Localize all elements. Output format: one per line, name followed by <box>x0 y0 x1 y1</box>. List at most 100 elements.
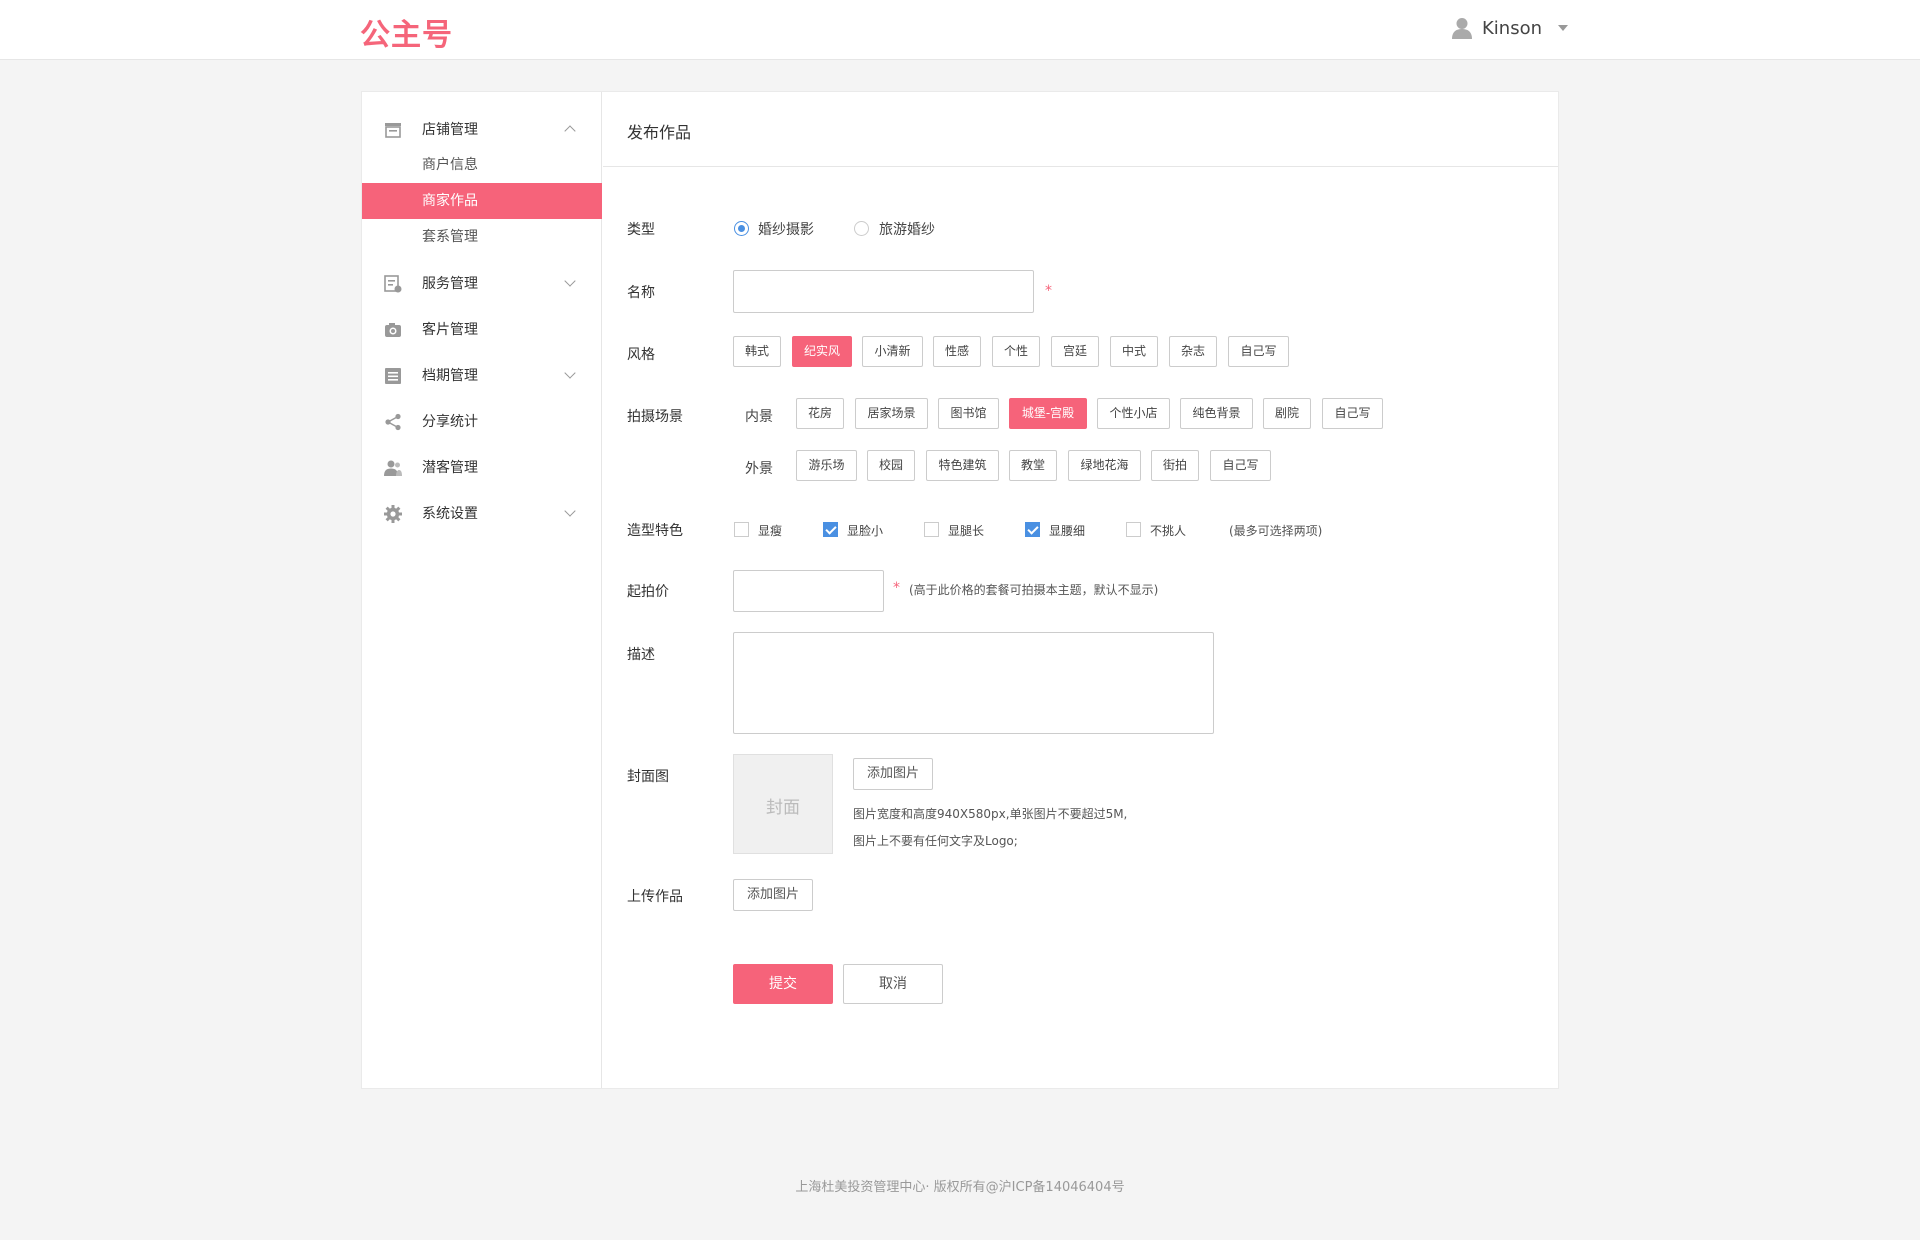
description-textarea[interactable] <box>733 632 1214 734</box>
name-input[interactable] <box>733 270 1034 313</box>
cover-placeholder-text: 封面 <box>766 798 800 818</box>
scene-indoor-tag[interactable]: 居家场景 <box>855 398 928 429</box>
brand-logo[interactable]: 公主号 <box>360 10 453 54</box>
title-divider <box>603 166 1558 167</box>
schedule-icon <box>385 368 401 384</box>
share-icon <box>385 413 401 431</box>
sidebar-group-store[interactable]: 店铺管理 <box>362 109 602 149</box>
camera-icon <box>385 323 401 337</box>
feature-checkbox[interactable] <box>1025 522 1040 537</box>
feature-checkbox[interactable] <box>734 522 749 537</box>
style-tag[interactable]: 个性 <box>992 336 1040 367</box>
sidebar-group-label: 潜客管理 <box>422 460 478 476</box>
footer-copyright: 上海杜美投资管理中心· 版权所有@沪ICP备14046404号 <box>795 1180 1125 1195</box>
cover-label: 封面图 <box>627 769 669 785</box>
submit-button[interactable]: 提交 <box>733 964 833 1004</box>
feature-checkbox[interactable] <box>924 522 939 537</box>
sidebar-group-label: 系统设置 <box>422 506 478 522</box>
scene-outdoor-tag[interactable]: 特色建筑 <box>926 450 999 481</box>
scene-outdoor-tag[interactable]: 绿地花海 <box>1068 450 1141 481</box>
feature-checkbox[interactable] <box>1126 522 1141 537</box>
required-mark: * <box>1045 283 1052 299</box>
scene-outdoor-tag[interactable]: 街拍 <box>1151 450 1199 481</box>
service-icon <box>384 275 402 293</box>
feature-option-label: 显腰细 <box>1049 524 1086 538</box>
scene-outdoor-tag[interactable]: 教堂 <box>1009 450 1057 481</box>
sidebar-item-merchant-info[interactable]: 商户信息 <box>362 147 602 183</box>
chevron-down-icon <box>564 505 576 517</box>
cover-placeholder[interactable]: 封面 <box>733 754 833 854</box>
scene-outdoor-label: 外景 <box>745 461 773 477</box>
type-option-label: 婚纱摄影 <box>758 222 814 238</box>
sidebar-item-package[interactable]: 套系管理 <box>362 219 602 255</box>
name-label: 名称 <box>627 285 655 301</box>
scene-indoor-tag[interactable]: 图书馆 <box>938 398 999 429</box>
style-tag[interactable]: 自己写 <box>1228 336 1289 367</box>
user-avatar-icon <box>1452 18 1472 39</box>
sidebar-group-service[interactable]: 服务管理 <box>362 263 602 303</box>
scene-indoor-tag[interactable]: 城堡-宫殿 <box>1009 398 1087 429</box>
style-tag[interactable]: 宫廷 <box>1051 336 1099 367</box>
scene-indoor-tag[interactable]: 花房 <box>796 398 844 429</box>
scene-label: 拍摄场景 <box>627 409 683 425</box>
main-content: 发布作品 类型 婚纱摄影 旅游婚纱 名称 * 风格 韩式 纪实风 小清新 性感 … <box>603 92 1558 1088</box>
feature-label: 造型特色 <box>627 523 683 539</box>
scene-outdoor-tag[interactable]: 校园 <box>867 450 915 481</box>
store-icon <box>385 123 401 138</box>
sidebar-group-leads[interactable]: 潜客管理 <box>362 447 602 487</box>
feature-option-label: 显脸小 <box>847 524 884 538</box>
scene-indoor-tag[interactable]: 个性小店 <box>1097 398 1170 429</box>
style-tag[interactable]: 小清新 <box>862 336 923 367</box>
type-radio-wedding[interactable] <box>734 221 749 236</box>
sidebar-group-label: 客片管理 <box>422 322 478 338</box>
style-tag[interactable]: 杂志 <box>1169 336 1217 367</box>
feature-option-label: 显瘦 <box>758 524 783 538</box>
style-tag[interactable]: 纪实风 <box>792 336 852 367</box>
users-icon <box>384 460 402 476</box>
user-menu[interactable]: Kinson <box>1452 17 1569 39</box>
cancel-button[interactable]: 取消 <box>843 964 943 1004</box>
sidebar-group-share-stats[interactable]: 分享统计 <box>362 401 602 441</box>
type-radio-travel[interactable] <box>854 221 869 236</box>
scene-indoor-tag[interactable]: 自己写 <box>1322 398 1383 429</box>
sidebar-group-schedule[interactable]: 档期管理 <box>362 355 602 395</box>
chevron-down-icon <box>564 367 576 379</box>
sidebar-group-label: 档期管理 <box>422 368 478 384</box>
cover-add-image-button[interactable]: 添加图片 <box>853 758 933 790</box>
user-name: Kinson <box>1482 17 1543 39</box>
sidebar-item-merchant-works[interactable]: 商家作品 <box>362 183 602 219</box>
upload-label: 上传作品 <box>627 889 683 905</box>
sidebar-group-label: 店铺管理 <box>422 122 478 138</box>
style-tag[interactable]: 韩式 <box>733 336 781 367</box>
sidebar-group-label: 服务管理 <box>422 276 478 292</box>
style-label: 风格 <box>627 347 655 363</box>
chevron-down-icon <box>1558 25 1569 31</box>
scene-indoor-tag[interactable]: 剧院 <box>1263 398 1311 429</box>
sidebar-group-label: 分享统计 <box>422 414 478 430</box>
content-panel: 店铺管理 商户信息 商家作品 套系管理 服务管理 客片管理 档期管理 分享统计 … <box>361 91 1559 1089</box>
required-mark: * <box>893 580 900 596</box>
feature-hint: (最多可选择两项) <box>1229 524 1323 538</box>
style-tag[interactable]: 性感 <box>933 336 981 367</box>
top-bar: 公主号 Kinson <box>0 0 1920 60</box>
cover-hint-line2: 图片上不要有任何文字及Logo; <box>853 834 1018 848</box>
price-label: 起拍价 <box>627 584 669 600</box>
description-label: 描述 <box>627 647 655 663</box>
page-title: 发布作品 <box>627 123 692 142</box>
chevron-down-icon <box>564 275 576 287</box>
sidebar-group-settings[interactable]: 系统设置 <box>362 493 602 533</box>
type-label: 类型 <box>627 222 655 238</box>
scene-indoor-label: 内景 <box>745 409 773 425</box>
style-tag[interactable]: 中式 <box>1110 336 1158 367</box>
price-input[interactable] <box>733 570 884 612</box>
scene-outdoor-tag[interactable]: 自己写 <box>1210 450 1271 481</box>
sidebar-group-client-photos[interactable]: 客片管理 <box>362 309 602 349</box>
chevron-up-icon <box>564 125 576 137</box>
scene-indoor-tag[interactable]: 纯色背景 <box>1180 398 1253 429</box>
gear-icon <box>384 505 402 523</box>
cover-hint-line1: 图片宽度和高度940X580px,单张图片不要超过5M, <box>853 807 1128 821</box>
scene-outdoor-tag[interactable]: 游乐场 <box>796 450 857 481</box>
price-hint: (高于此价格的套餐可拍摄本主题，默认不显示) <box>909 583 1159 597</box>
feature-checkbox[interactable] <box>823 522 838 537</box>
upload-add-image-button[interactable]: 添加图片 <box>733 879 813 911</box>
